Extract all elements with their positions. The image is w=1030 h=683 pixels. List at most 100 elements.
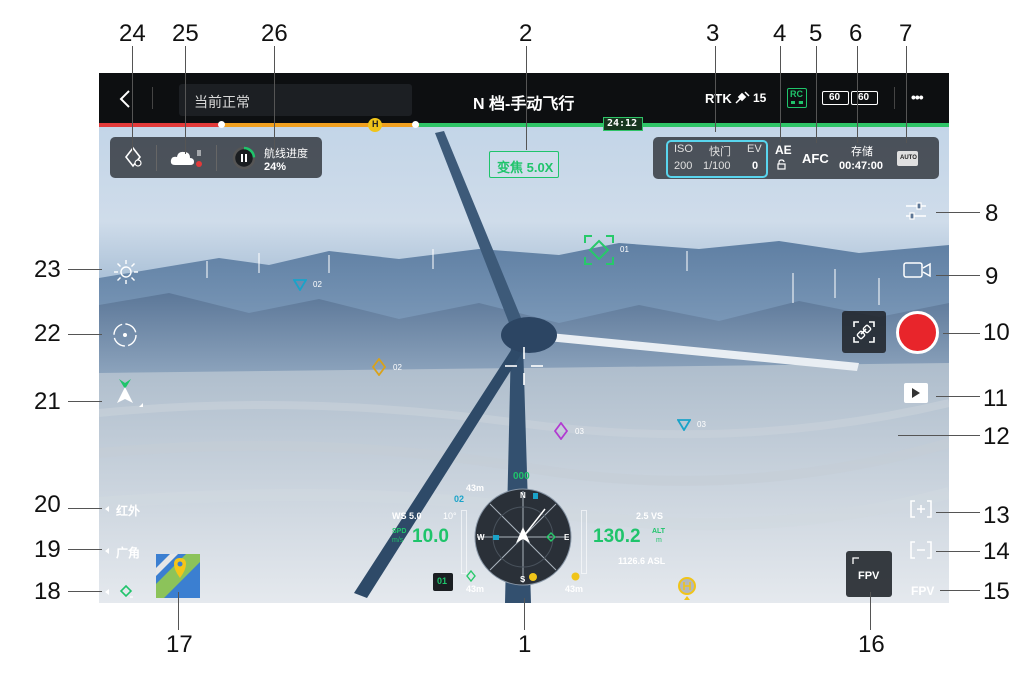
callout-11: 11 (983, 385, 1008, 412)
status-seg-red (99, 123, 219, 127)
compass-dial[interactable] (473, 487, 573, 587)
callout-17: 17 (166, 631, 193, 658)
shutter-value: 1/100 (703, 160, 731, 172)
callout-1: 1 (518, 631, 532, 658)
storage-value: 00:47:00 (839, 160, 884, 172)
callout-3: 3 (706, 20, 720, 47)
target-locate-icon[interactable] (111, 321, 139, 349)
rc-label: RC (790, 89, 803, 99)
callout-22: 22 (34, 320, 61, 347)
nav-waypoint-icon (466, 570, 476, 582)
compass-west: W (477, 533, 485, 542)
smart-track-icon (853, 321, 875, 343)
fpv-corner-icon (852, 557, 859, 564)
play-icon (912, 388, 920, 398)
waypoint-label: 01 (620, 245, 629, 254)
wind-speed: WS 5.0 (392, 511, 422, 521)
map-north-arrow-icon[interactable] (113, 377, 147, 411)
callout-13: 13 (983, 502, 1010, 529)
callout-19: 19 (34, 536, 61, 563)
ev-label: EV (747, 143, 762, 155)
callout-4: 4 (773, 20, 787, 47)
speed-scale (461, 510, 467, 574)
waypoint-02-diamond-icon[interactable] (372, 358, 386, 376)
waypoint-03-diamond-icon[interactable] (554, 422, 568, 440)
back-arrow-icon[interactable] (119, 89, 131, 109)
callout-8: 8 (985, 200, 999, 227)
waypoint-label: 03 (697, 420, 706, 429)
altitude-scale (581, 510, 587, 574)
video-mode-icon[interactable] (903, 261, 931, 279)
center-crosshair-icon (505, 347, 543, 385)
callout-12: 12 (983, 423, 1010, 450)
waypoint-label: 02 (393, 363, 402, 372)
ae-lock-label[interactable]: AE (775, 143, 792, 157)
ev-value: 0 (752, 160, 759, 172)
status-seg-orange (219, 123, 419, 127)
infrared-lens-button[interactable]: 红外 (116, 502, 140, 519)
record-button[interactable] (896, 311, 939, 354)
auto-mode-label: AUTO (900, 155, 917, 161)
callout-10: 10 (983, 319, 1010, 346)
top-waypoint-label: 02 (454, 494, 465, 504)
callout-2: 2 (519, 20, 533, 47)
speed-unit: m/s (392, 537, 404, 544)
callout-14: 14 (983, 538, 1010, 565)
route-progress-label: 航线进度 (264, 148, 308, 160)
waypoint-03-triangle-icon[interactable] (677, 419, 691, 431)
callout-7: 7 (899, 20, 913, 47)
status-text: 当前正常 (194, 94, 250, 110)
route-pause-icon[interactable] (232, 146, 256, 170)
waypoint-toggle-icon[interactable] (104, 584, 134, 600)
callout-15: 15 (983, 578, 1010, 605)
wind-direction: 10° (443, 511, 457, 521)
altitude-asl: 1126.6 ASL (618, 556, 666, 566)
zoom-label: 变焦 5.0X (497, 160, 554, 175)
top-status-bar: 当前正常 N 档-手动飞行 RTK 15 RC 60 60 ••• (99, 73, 949, 123)
cloud-sync-icon[interactable] (169, 147, 203, 169)
settings-sliders-icon[interactable] (905, 202, 927, 220)
callout-25: 25 (172, 20, 199, 47)
altitude-value: 130.2 (593, 526, 641, 547)
auxiliary-light-icon[interactable] (113, 259, 139, 285)
next-waypoint-label: 01 (437, 576, 448, 586)
infrared-arrow-icon (105, 506, 109, 512)
zoom-in-icon[interactable] (910, 500, 932, 518)
wide-lens-button[interactable]: 广角 (116, 544, 140, 561)
callout-5: 5 (809, 20, 823, 47)
altitude-unit: m (656, 537, 662, 544)
satellite-icon (735, 91, 750, 104)
fpv-switch-label[interactable]: FPV (911, 584, 934, 598)
drone-camera-screen: 当前正常 N 档-手动飞行 RTK 15 RC 60 60 ••• H 24:1… (99, 73, 949, 603)
battery-right-level: 60 (858, 92, 870, 103)
callout-24: 24 (119, 20, 146, 47)
callout-9: 9 (985, 263, 999, 290)
compass-south: S (520, 575, 526, 584)
bottom-left-distance: 43m (466, 584, 485, 594)
shutter-label: 快门 (709, 146, 731, 158)
more-menu-button[interactable]: ••• (911, 89, 924, 105)
battery-left-level: 60 (829, 92, 841, 103)
waypoint-02-triangle-icon[interactable] (293, 279, 307, 291)
status-dot (218, 121, 225, 128)
wide-arrow-icon (105, 548, 109, 554)
focus-mode-label[interactable]: AFC (802, 151, 829, 166)
satellite-count: 15 (753, 91, 767, 105)
home-point-icon[interactable] (677, 576, 697, 602)
nav-home-icon (571, 572, 580, 581)
obstacle-sensing-icon[interactable] (123, 146, 143, 168)
callout-16: 16 (858, 631, 885, 658)
callout-18: 18 (34, 578, 61, 605)
flight-time-remaining: 24:12 (607, 118, 638, 129)
vertical-speed: 2.5 VS (636, 511, 664, 521)
heading-value: 000 (513, 471, 530, 482)
compass-east: E (564, 533, 570, 542)
callout-21: 21 (34, 388, 61, 415)
rtk-label[interactable]: RTK (705, 91, 732, 106)
callout-6: 6 (849, 20, 863, 47)
fpv-button-label: FPV (858, 570, 880, 582)
status-seg-green (419, 123, 949, 127)
zoom-out-icon[interactable] (910, 541, 932, 559)
callout-26: 26 (261, 20, 288, 47)
waypoint-01-marker-icon[interactable] (584, 235, 614, 265)
